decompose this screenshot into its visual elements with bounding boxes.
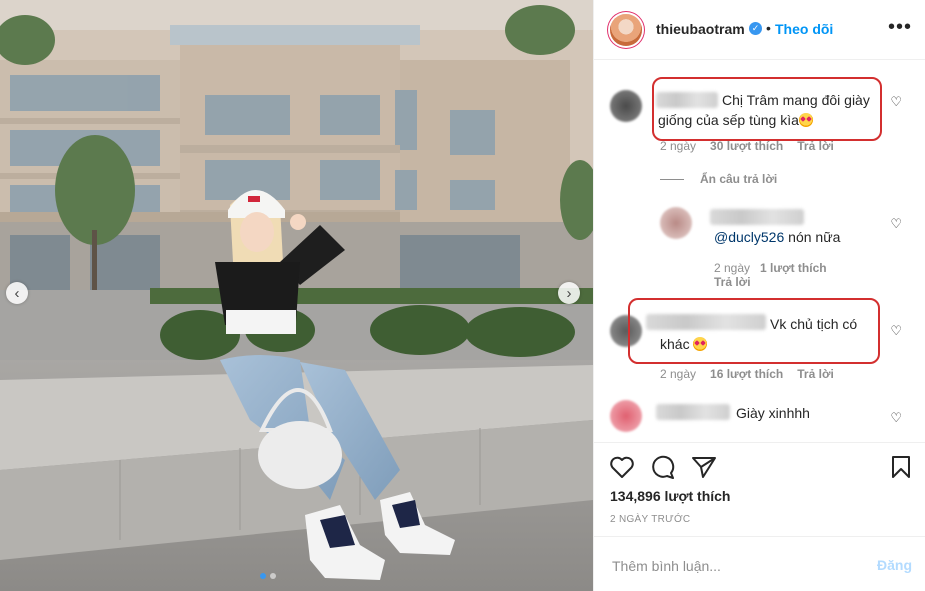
previous-photo-button[interactable]: ‹ [6, 282, 28, 304]
like-comment-heart-icon[interactable]: ♡ [890, 216, 902, 232]
post-sidebar: thieubaotram ✓ • Theo dõi ••• Chị Trâm m… [593, 0, 925, 591]
like-comment-heart-icon[interactable]: ♡ [890, 410, 902, 426]
post-username[interactable]: thieubaotram [656, 21, 745, 37]
bookmark-icon[interactable] [890, 455, 912, 479]
commenter-avatar[interactable] [610, 315, 642, 347]
comments-list: Chị Trâm mang đôi giày giống của sếp tùn… [594, 60, 925, 442]
star-struck-emoji-icon [693, 337, 708, 351]
comment-meta: 2 ngày 16 lượt thích Trả lời [660, 367, 834, 381]
comment-body: Vk chủ tịch có khác [660, 316, 858, 352]
carousel-dot [270, 573, 276, 579]
post-header: thieubaotram ✓ • Theo dõi ••• [594, 0, 925, 60]
post-comment-button[interactable]: Đăng [877, 557, 912, 573]
reply-button[interactable]: Trả lời [797, 139, 834, 153]
follow-button[interactable]: Theo dõi [775, 21, 833, 37]
separator-dot: • [766, 20, 771, 36]
carousel-dot [260, 573, 266, 579]
mention-link[interactable]: @ducly526 [714, 229, 784, 245]
like-comment-heart-icon[interactable]: ♡ [890, 323, 902, 339]
comment-age: 2 ngày [714, 261, 751, 275]
comment-text: @ducly526 nón nữa [714, 227, 894, 247]
photo-illustration [0, 0, 593, 591]
comment-body: Chị Trâm mang đôi giày giống của sếp tùn… [658, 92, 870, 128]
carousel-dots [260, 573, 276, 579]
star-struck-emoji-icon [798, 113, 813, 127]
comment-text: Giày xinhhh [736, 403, 856, 423]
comment-input[interactable] [610, 555, 854, 577]
commenter-name-blurred[interactable] [656, 404, 730, 420]
comment-likes[interactable]: 16 lượt thích [710, 367, 783, 381]
comment-likes[interactable]: 1 lượt thích [760, 261, 827, 275]
verified-badge-icon: ✓ [749, 22, 762, 35]
add-comment-bar: Đăng [594, 536, 925, 591]
reply-button[interactable]: Trả lời [797, 367, 834, 381]
commenter-avatar[interactable] [660, 207, 692, 239]
comment-age: 2 ngày [660, 367, 697, 381]
commenter-name-blurred[interactable] [710, 209, 804, 225]
comment-body: Giày xinhhh [736, 405, 810, 421]
likes-count[interactable]: 134,896 lượt thích [610, 488, 730, 504]
hide-replies-button[interactable]: Ẩn câu trả lời [660, 172, 777, 186]
post-actions: 134,896 lượt thích 2 NGÀY TRƯỚC [594, 442, 925, 533]
comment-text: Vk chủ tịch có khác [660, 314, 860, 354]
heart-icon[interactable] [609, 455, 635, 479]
comment-body: nón nữa [788, 229, 841, 245]
commenter-avatar[interactable] [610, 90, 642, 122]
comment-age: 2 ngày [660, 139, 697, 153]
post-photo[interactable]: ‹ › [0, 0, 593, 591]
comment-meta: 2 ngày 1 lượt thích Trả lời [714, 261, 864, 289]
like-comment-heart-icon[interactable]: ♡ [890, 94, 902, 110]
comment-text: Chị Trâm mang đôi giày giống của sếp tùn… [658, 90, 872, 130]
commenter-avatar[interactable] [610, 400, 642, 432]
comment-likes[interactable]: 30 lượt thích [710, 139, 783, 153]
paper-plane-icon[interactable] [691, 455, 717, 479]
avatar[interactable] [610, 14, 642, 46]
post-timestamp[interactable]: 2 NGÀY TRƯỚC [610, 514, 690, 525]
next-photo-button[interactable]: › [558, 282, 580, 304]
comment-icon[interactable] [650, 455, 676, 479]
reply-button[interactable]: Trả lời [714, 275, 751, 289]
comment-meta: 2 ngày 30 lượt thích Trả lời [660, 139, 834, 153]
more-options-button[interactable]: ••• [888, 16, 912, 39]
